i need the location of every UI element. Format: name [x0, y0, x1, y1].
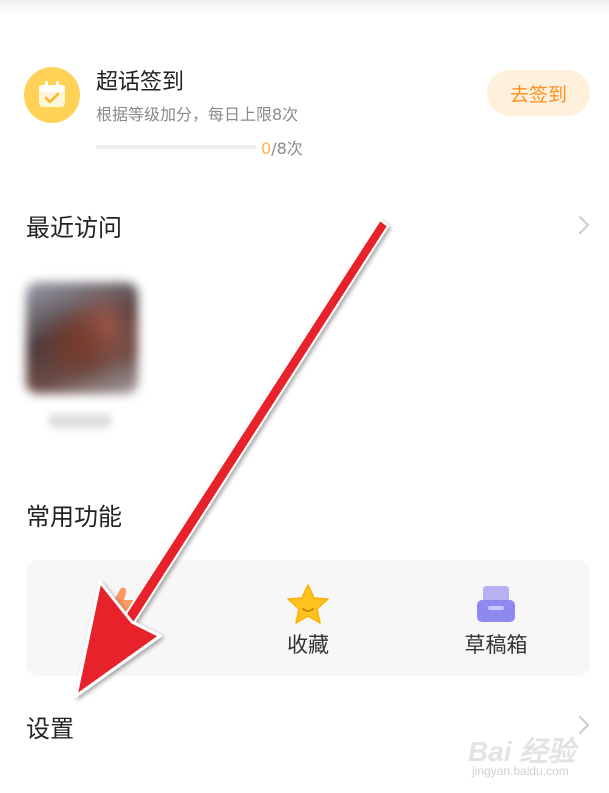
watermark: Bai 经验 jingyan.baidu.com — [468, 728, 604, 784]
checkin-button[interactable]: 去签到 — [487, 70, 590, 116]
watermark-url: jingyan.baidu.com — [472, 764, 569, 778]
recent-visit-label — [48, 414, 112, 428]
progress-current: 0 — [261, 139, 272, 158]
chevron-right-icon[interactable] — [576, 214, 592, 236]
feature-label: 草稿箱 — [464, 633, 528, 657]
checkin-progress-bar — [96, 145, 256, 149]
checkin-subtitle: 根据等级加分，每日上限8次 — [96, 105, 299, 124]
progress-total: /8次 — [271, 139, 303, 158]
thumb-up-icon — [104, 587, 139, 622]
settings-title[interactable]: 设置 — [26, 709, 74, 744]
common-features-title: 常用功能 — [26, 503, 122, 531]
calendar-check-icon — [24, 67, 80, 123]
top-divider — [0, 0, 609, 14]
feature-grid: 收藏 草稿箱 — [26, 560, 590, 676]
feature-favorites[interactable]: 收藏 — [214, 560, 402, 676]
checkin-title: 超话签到 — [96, 70, 185, 95]
draft-box-icon — [477, 586, 515, 622]
feature-label: 收藏 — [287, 633, 329, 657]
feature-like[interactable] — [26, 560, 214, 676]
checkin-progress-text: 0/8次 — [261, 135, 303, 159]
recent-visits-title[interactable]: 最近访问 — [26, 208, 122, 243]
recent-visit-thumbnail[interactable] — [26, 282, 138, 394]
feature-drafts[interactable]: 草稿箱 — [402, 560, 590, 676]
star-icon — [287, 584, 329, 624]
